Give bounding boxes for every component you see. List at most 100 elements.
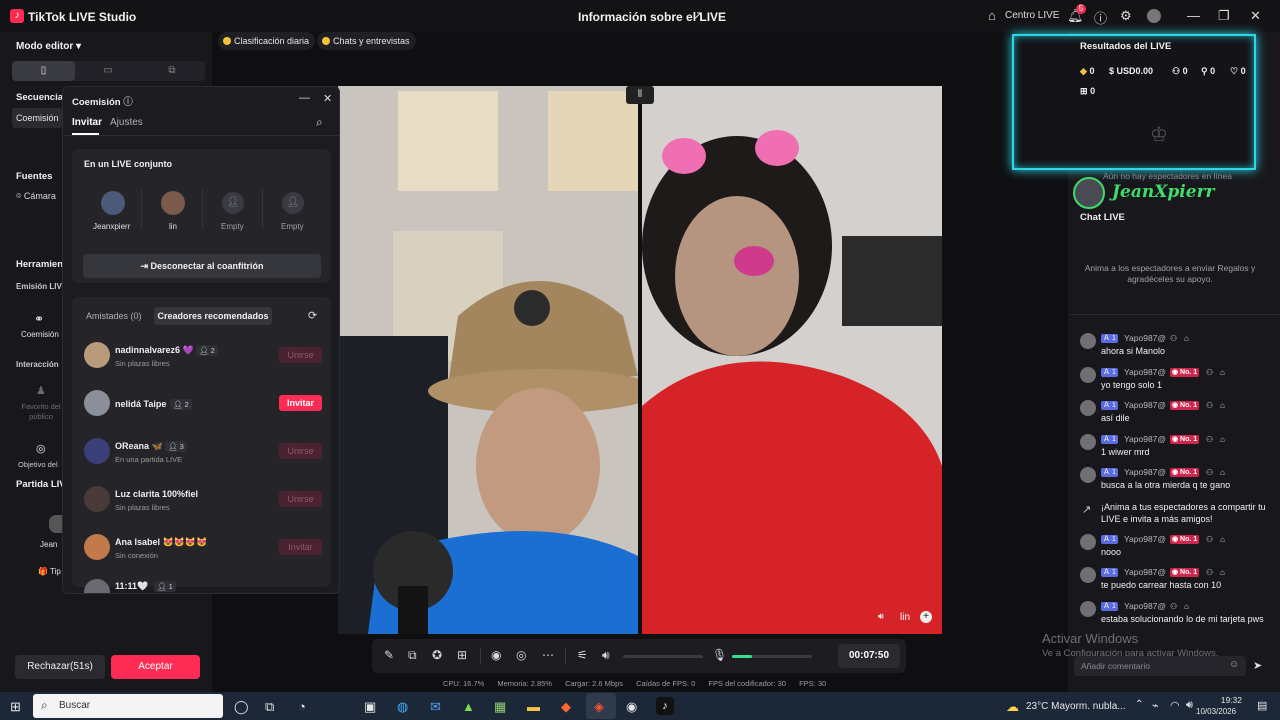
effects-icon[interactable]: ✪ [432,648,442,662]
volume-icon[interactable]: 🔊︎ [602,648,610,663]
rank-badge: ◉ No. 1 [1170,568,1200,577]
goal-label[interactable]: Objetivo del [18,460,58,469]
invite-button[interactable]: Invitar [279,395,322,411]
volume-slider[interactable] [623,655,703,658]
portrait-icon[interactable]: ▯ [12,61,75,81]
mode-selector[interactable]: Modo editor ▾ [16,41,81,52]
chat-username[interactable]: Yapo987@ [1124,333,1166,343]
magic-wand-icon[interactable]: ✎ [384,648,394,662]
windows-start-icon[interactable]: ⊞ [10,699,21,715]
reject-button[interactable]: Rechazar(51s) [15,655,105,679]
chats-chip[interactable]: Chats y entrevistas [317,32,416,50]
chat-avatar [1080,600,1096,617]
refresh-icon[interactable]: ⟳ [308,309,317,322]
close-icon[interactable]: ✕ [1250,8,1261,24]
home-icon: ⌂ [1184,334,1189,343]
edge-icon[interactable]: ◍ [397,699,408,715]
speaker-icon[interactable]: 🔊︎ [878,611,884,622]
dual-icon[interactable]: ⧉ [140,61,204,81]
taskbar-search[interactable]: ⌕ Buscar [33,694,223,718]
home-icon[interactable]: ⌂ [988,8,996,23]
folder-icon[interactable]: ▬ [527,699,540,714]
live-info-title[interactable]: Información sobre el LIVE [578,10,726,24]
minimize-icon[interactable]: — [299,92,310,104]
chat-username[interactable]: Yapo987@ [1124,534,1166,544]
speedometer-icon[interactable]: ◔ [298,699,306,714]
minecraft-icon[interactable]: ▦ [494,699,506,715]
chat-username[interactable]: Yapo987@ [1124,400,1166,410]
record-icon[interactable]: ◉ [491,648,501,662]
join-button[interactable]: Unirse [279,347,322,363]
send-icon[interactable]: ➤ [1253,659,1262,672]
add-source-icon[interactable]: ⊞ [457,648,467,662]
network-icon[interactable]: ⌁ [1152,699,1159,712]
chevron-up-icon[interactable]: ⌃ [1135,699,1143,710]
chat-username[interactable]: Yapo987@ [1124,367,1166,377]
sliders-icon[interactable]: ⚟ [577,648,588,662]
accept-button[interactable]: Aceptar [111,655,200,679]
help-icon[interactable]: ⓘ [1094,8,1107,27]
chat-username[interactable]: Yapo987@ [1124,434,1166,444]
tab-recommended[interactable]: Creadores recomendados [154,307,272,325]
game-icon[interactable]: ◆ [561,699,571,715]
chat-username[interactable]: Yapo987@ [1124,467,1166,477]
gifts-stat: ⊞ 0 [1080,86,1096,96]
close-icon[interactable]: ✕ [323,92,332,105]
layout-toggle-icon[interactable]: ⦀ [626,86,654,104]
tab-invite[interactable]: Invitar [72,117,102,128]
weather-text[interactable]: 23°C Mayorm. nubla... [1026,701,1126,712]
disconnect-button[interactable]: ⇥ Desconectar al coanfitrión [83,254,321,278]
empty-slot-icon[interactable]: 👤︎ [282,192,304,214]
screen-share-icon[interactable]: ⧉ [408,648,417,663]
minimize-icon[interactable]: — [1187,8,1200,23]
widgets-icon[interactable]: ⧉ [265,699,274,715]
chat-avatar [1080,400,1096,416]
search-icon[interactable]: ⌕ [316,115,323,130]
guest-avatar-2[interactable] [161,191,185,215]
landscape-icon[interactable]: ▭ [76,61,140,81]
tab-friends[interactable]: Amistades (0) [86,311,142,321]
clock-date[interactable]: 10/03/2026 [1196,707,1236,716]
mail-icon[interactable]: ✉ [430,699,441,715]
stats-bar: CPU: 16.7% Memoria: 2.85% Cargar: 2.6 Mb… [443,679,837,688]
store-icon[interactable]: ▣ [364,699,376,715]
avatar[interactable] [1147,9,1161,23]
invite-button[interactable]: Invitar [279,539,322,555]
link-icon[interactable]: ⚭ [34,312,44,326]
task-view-icon[interactable]: ◯ [234,699,249,715]
speaker-icon[interactable]: 🔊︎ [1186,699,1193,712]
add-guest-icon[interactable]: + [920,611,932,623]
tab-settings[interactable]: Ajustes [110,117,143,128]
comment-input[interactable]: Añadir comentario ☺ [1074,656,1246,676]
maximize-icon[interactable]: ❐ [1218,8,1230,24]
nvidia-icon[interactable]: ▲ [462,699,475,714]
camera-source[interactable]: ⌾ Cámara [16,191,56,202]
mic-icon[interactable]: 🎙︎ [712,648,727,662]
rank-badge: ◉ No. 1 [1170,401,1200,410]
join-button[interactable]: Unirse [279,443,322,459]
mic-slider[interactable] [732,655,812,658]
chat-username[interactable]: Yapo987@ [1124,601,1166,611]
notification-center-icon[interactable]: ▤ [1257,699,1267,712]
tiktok-taskbar-icon[interactable]: ♪ [656,697,674,715]
more-icon[interactable]: ⋯ [542,648,554,662]
wifi-icon[interactable]: ◠ [1170,699,1180,712]
crown-icon [223,37,231,45]
coemission-tool-label[interactable]: Coemisión [21,330,59,339]
chat-avatar [1080,333,1096,349]
gear-icon[interactable]: ⚙ [1120,8,1132,24]
sequence-coemission[interactable]: Coemisión [12,108,62,128]
empty-slot-icon[interactable]: 👤︎ [222,192,244,214]
goal-icon[interactable]: ◎ [36,442,46,455]
brave-icon[interactable]: ◈ [594,699,604,715]
share-icon[interactable]: ↗ [692,8,703,24]
join-button[interactable]: Unirse [279,491,322,507]
obs-icon[interactable]: ◉ [626,699,637,715]
clock-time[interactable]: 19:32 [1206,695,1242,705]
results-title: Resultados del LIVE [1080,41,1172,52]
daily-rank-chip[interactable]: Clasificación diaria [218,32,316,50]
chat-username[interactable]: Yapo987@ [1124,567,1166,577]
camera-toggle-icon[interactable]: ◎ [516,648,526,662]
guest-avatar-1[interactable] [101,191,125,215]
centro-live-link[interactable]: Centro LIVE [1005,10,1059,21]
